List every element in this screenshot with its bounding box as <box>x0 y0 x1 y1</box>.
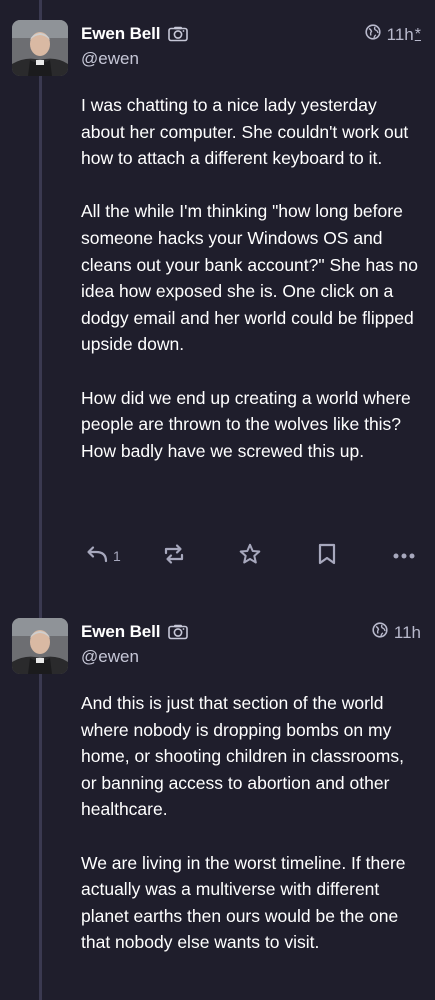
account-handle[interactable]: @ewen <box>81 49 139 69</box>
account-handle[interactable]: @ewen <box>81 647 139 667</box>
post-meta[interactable]: 11h * <box>365 24 421 45</box>
boost-icon <box>162 542 186 571</box>
avatar[interactable] <box>12 20 68 76</box>
timeline: Ewen Bell @ewen 11h * I was chatting to … <box>0 0 435 1000</box>
globe-icon <box>372 622 388 643</box>
post-content: And this is just that section of the wor… <box>81 690 421 956</box>
post-paragraph: I was chatting to a nice lady yesterday … <box>81 95 409 169</box>
avatar[interactable] <box>12 618 68 674</box>
post-timestamp[interactable]: 11h <box>387 25 414 45</box>
bookmark-button[interactable] <box>316 542 338 570</box>
reply-count: 1 <box>113 548 121 564</box>
reply-icon <box>84 543 108 570</box>
boost-button[interactable] <box>162 542 186 570</box>
bookmark-icon <box>316 542 338 571</box>
edited-marker: * <box>414 25 421 43</box>
post-content: I was chatting to a nice lady yesterday … <box>81 92 421 464</box>
post-actions: 1 <box>80 542 425 570</box>
reply-button[interactable]: 1 <box>84 542 121 570</box>
post-paragraph: All the while I'm thinking "how long bef… <box>81 201 418 355</box>
more-button[interactable] <box>392 542 416 570</box>
favourite-button[interactable] <box>238 542 262 570</box>
globe-icon <box>365 24 381 45</box>
post-paragraph: And this is just that section of the wor… <box>81 693 404 820</box>
avatar-image <box>12 618 68 674</box>
status-post[interactable]: Ewen Bell @ewen 11h And this is just tha… <box>0 618 435 1000</box>
status-post[interactable]: Ewen Bell @ewen 11h * I was chatting to … <box>0 20 435 580</box>
display-name[interactable]: Ewen Bell <box>81 24 161 44</box>
display-name[interactable]: Ewen Bell <box>81 622 161 642</box>
star-icon <box>238 542 262 571</box>
avatar-image <box>12 20 68 76</box>
post-paragraph: We are living in the worst timeline. If … <box>81 852 406 953</box>
post-paragraph: How did we end up creating a world where… <box>81 387 411 461</box>
camera-icon <box>168 26 189 42</box>
camera-icon <box>168 624 189 640</box>
more-icon <box>392 547 416 565</box>
post-timestamp[interactable]: 11h <box>394 623 421 643</box>
post-meta[interactable]: 11h <box>372 622 421 643</box>
